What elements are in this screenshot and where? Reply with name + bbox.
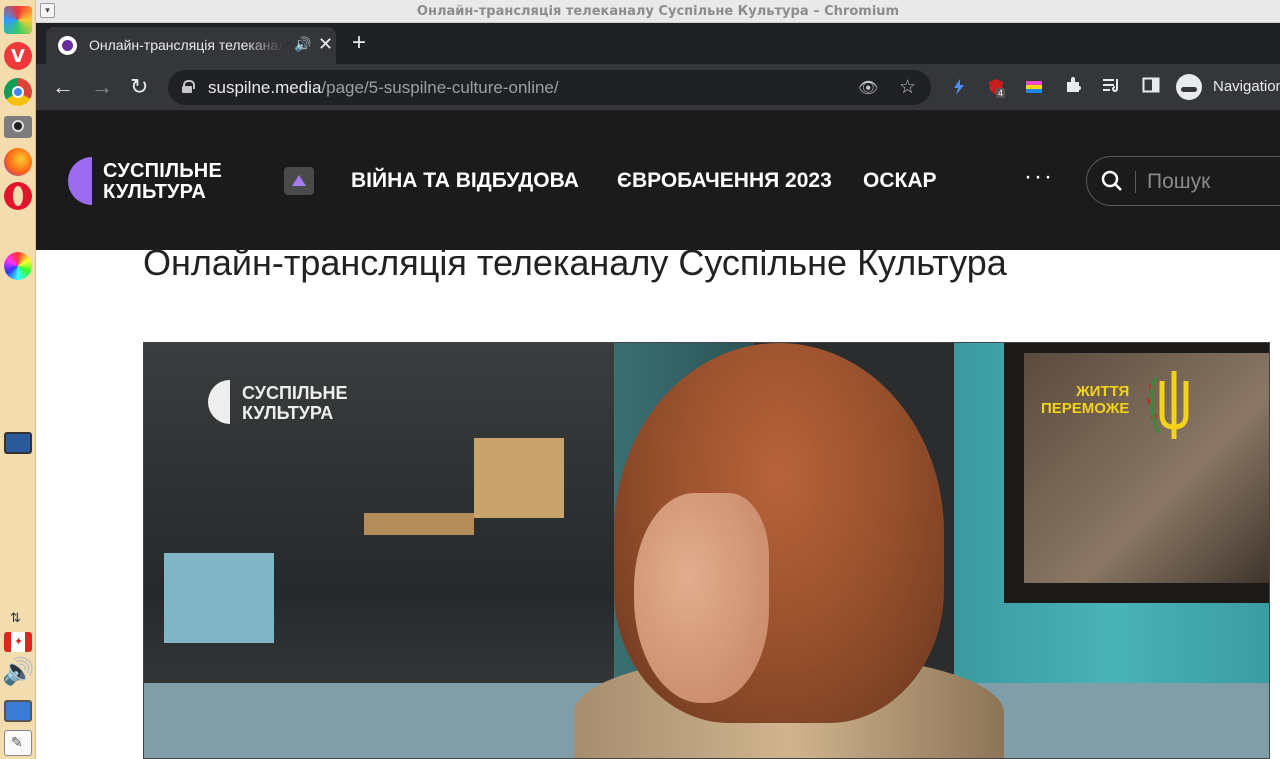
extension-badge: 4 xyxy=(996,88,1006,98)
trident-emblem-icon xyxy=(1144,367,1204,443)
window-titlebar: ▾ Онлайн-трансляція телеканалу Суспільне… xyxy=(36,0,1280,23)
vivaldi-icon[interactable]: V xyxy=(4,42,32,70)
camera-icon[interactable] xyxy=(4,116,32,138)
video-scene-books xyxy=(364,513,474,535)
favicon-icon xyxy=(58,36,77,55)
video-logo-line1: СУСПІЛЬНЕ xyxy=(242,383,348,403)
os-dock: V ⇅ ✦ 🔊 ✎ xyxy=(0,0,36,759)
tab-strip: Онлайн-трансляція телеканалу Суспільне К… xyxy=(36,23,1280,64)
forward-button[interactable]: → xyxy=(91,74,113,100)
firefox-icon[interactable] xyxy=(4,148,32,176)
tab-close-icon[interactable]: ✕ xyxy=(318,34,333,55)
site-logo-icon[interactable] xyxy=(68,157,92,205)
display-icon[interactable] xyxy=(4,700,32,722)
url-host: suspilne.media xyxy=(208,78,322,97)
search-input[interactable]: Пошук xyxy=(1147,170,1210,194)
new-tab-button[interactable]: + xyxy=(352,29,366,57)
more-menu-button[interactable]: ··· xyxy=(1024,163,1054,191)
address-bar[interactable]: suspilne.media/page/5-suspilne-culture-o… xyxy=(168,70,931,105)
lightning-extension-icon[interactable] xyxy=(950,78,968,96)
video-slogan-line1: ЖИТТЯ xyxy=(1076,383,1130,400)
search-divider xyxy=(1135,171,1136,193)
nav-link-eurovision[interactable]: ЄВРОБАЧЕННЯ 2023 xyxy=(617,169,832,193)
lock-icon[interactable] xyxy=(182,80,195,93)
channel-switch-button[interactable] xyxy=(284,167,314,195)
media-control-icon[interactable] xyxy=(1102,76,1122,99)
tracking-blocked-icon[interactable]: 👁 xyxy=(858,78,878,98)
video-scene-person-face xyxy=(634,493,769,703)
volume-icon[interactable]: 🔊 xyxy=(2,656,34,687)
monitor-icon[interactable] xyxy=(4,432,32,454)
site-logo-line1: СУСПІЛЬНЕ xyxy=(103,160,222,182)
site-logo[interactable]: СУСПІЛЬНЕ КУЛЬТУРА xyxy=(103,161,222,203)
browser-toolbar: ← → ↻ suspilne.media/page/5-suspilne-cul… xyxy=(36,64,1280,111)
url-path: /page/5-suspilne-culture-online/ xyxy=(321,78,559,97)
nav-link-war[interactable]: ВІЙНА ТА ВІДБУДОВА xyxy=(351,169,579,193)
network-icon[interactable]: ⇅ xyxy=(10,610,21,626)
extensions-puzzle-icon[interactable] xyxy=(1064,76,1082,99)
page-title: Онлайн-трансляція телеканалу Суспільне К… xyxy=(143,242,1007,283)
browser-tab[interactable]: Онлайн-трансляція телеканалу Суспільне К… xyxy=(46,27,336,64)
navigation-profile-label[interactable]: Navigation xyxy=(1213,78,1280,95)
chrome-icon[interactable] xyxy=(4,78,32,106)
video-player[interactable]: СУСПІЛЬНЕ КУЛЬТУРА ЖИТТЯ ПЕРЕМОЖЕ xyxy=(143,342,1270,759)
video-slogan: ЖИТТЯ ПЕРЕМОЖЕ xyxy=(1041,383,1129,417)
opera-icon[interactable] xyxy=(4,182,32,210)
search-icon[interactable] xyxy=(1101,170,1123,192)
video-logo: СУСПІЛЬНЕ КУЛЬТУРА xyxy=(242,383,347,423)
video-slogan-line2: ПЕРЕМОЖЕ xyxy=(1041,400,1130,417)
video-logo-line2: КУЛЬТУРА xyxy=(242,403,334,423)
video-scene-toy xyxy=(164,553,274,643)
back-button[interactable]: ← xyxy=(52,74,74,100)
video-scene-books-upright xyxy=(474,438,564,518)
reload-button[interactable]: ↻ xyxy=(130,74,148,100)
text-editor-icon[interactable]: ✎ xyxy=(4,730,32,756)
tab-title: Онлайн-трансляція телеканалу Суспільне К… xyxy=(89,37,284,53)
color-wheel-icon[interactable] xyxy=(4,252,32,280)
nav-link-oscar[interactable]: ОСКАР xyxy=(863,169,937,193)
site-logo-line2: КУЛЬТУРА xyxy=(103,181,207,203)
site-search[interactable]: Пошук xyxy=(1086,156,1280,206)
window-title: Онлайн-трансляція телеканалу Суспільне К… xyxy=(416,4,900,19)
incognito-profile-icon[interactable] xyxy=(1176,74,1202,100)
ublock-extension-icon[interactable]: 4 xyxy=(987,78,1006,98)
site-header: СУСПІЛЬНЕ КУЛЬТУРА ВІЙНА ТА ВІДБУДОВА ЄВ… xyxy=(36,111,1280,250)
paint-icon[interactable] xyxy=(4,6,32,34)
url-text[interactable]: suspilne.media/page/5-suspilne-culture-o… xyxy=(208,78,559,98)
bookmark-star-icon[interactable]: ☆ xyxy=(899,76,916,99)
side-panel-icon[interactable] xyxy=(1142,76,1160,99)
canada-flag-icon[interactable]: ✦ xyxy=(4,632,32,652)
tab-audio-icon[interactable]: 🔊 xyxy=(294,36,311,53)
color-extension-icon[interactable] xyxy=(1025,78,1043,96)
